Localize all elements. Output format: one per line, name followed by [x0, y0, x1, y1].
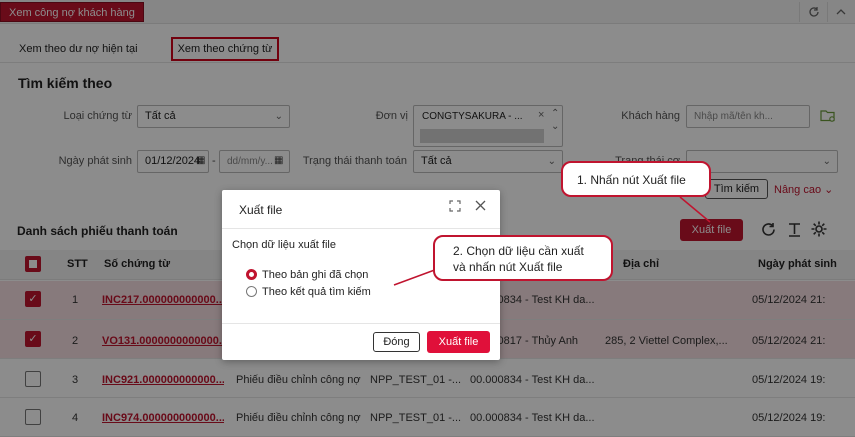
callout-step-1-text: 1. Nhấn nút Xuất file: [577, 173, 686, 187]
callout-step-2-line1: 2. Chọn dữ liệu cần xuất: [453, 244, 584, 258]
callout-step-1: 1. Nhấn nút Xuất file: [561, 161, 711, 197]
callout-step-2-line2: và nhấn nút Xuất file: [453, 260, 563, 274]
callout-arrow-1: [679, 196, 711, 223]
callout-arrows: [393, 196, 711, 286]
callout-step-2: 2. Chọn dữ liệu cần xuất và nhấn nút Xuấ…: [433, 235, 613, 281]
